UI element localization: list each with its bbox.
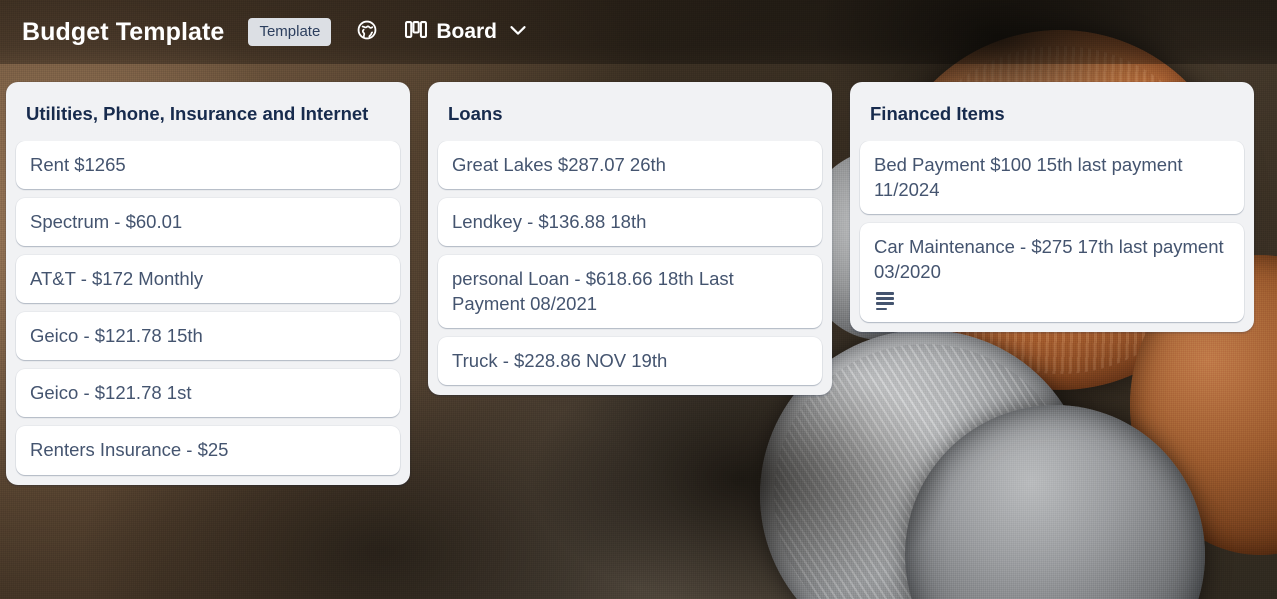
card-title: Rent $1265 (30, 153, 126, 175)
board-view-switcher[interactable]: Board (399, 14, 536, 51)
card-title: AT&T - $172 Monthly (30, 267, 204, 289)
card-stack: Rent $1265 Spectrum - $60.01 AT&T - $172 M… (14, 140, 402, 477)
list-title[interactable]: Loans (436, 90, 824, 141)
board-view-label: Board (436, 20, 498, 43)
board-card[interactable]: Great Lakes $287.07 26th (438, 140, 822, 189)
board-lists-canvas[interactable]: Utilities, Phone, Insurance and Internet… (0, 64, 1277, 599)
card-badges (874, 292, 1230, 311)
globe-icon (356, 19, 378, 46)
card-stack: Bed Payment $100 15th last payment 11/20… (858, 140, 1246, 325)
template-badge[interactable]: Template (248, 18, 332, 46)
card-title: personal Loan - $618.66 18th Last Paymen… (452, 267, 734, 315)
card-title: Geico - $121.78 1st (30, 382, 192, 404)
list-column[interactable]: Loans Great Lakes $287.07 26th Lendkey - $… (428, 82, 832, 396)
board-visibility-button[interactable] (351, 16, 383, 48)
description-badge-icon (876, 292, 894, 311)
board-card[interactable]: Bed Payment $100 15th last payment 11/20… (860, 140, 1244, 214)
board-title[interactable]: Budget Template (16, 16, 230, 49)
board-card[interactable]: personal Loan - $618.66 18th Last Paymen… (438, 254, 822, 329)
card-title: Great Lakes $287.07 26th (452, 153, 666, 175)
board-card[interactable]: Lendkey - $136.88 18th (438, 197, 822, 246)
board-card[interactable]: Renters Insurance - $25 (16, 426, 400, 475)
list-title[interactable]: Financed Items (858, 90, 1246, 141)
card-title: Car Maintenance - $275 17th last payment… (874, 235, 1224, 283)
board-card[interactable]: Spectrum - $60.01 (16, 197, 400, 246)
card-stack: Great Lakes $287.07 26th Lendkey - $136.8… (436, 140, 824, 388)
board-card[interactable]: AT&T - $172 Monthly (16, 254, 400, 304)
card-title: Bed Payment $100 15th last payment 11/20… (874, 153, 1183, 200)
list-column[interactable]: Utilities, Phone, Insurance and Internet… (6, 82, 410, 485)
board-header-bar: Budget Template Template Board (0, 0, 1277, 64)
board-card[interactable]: Truck - $228.86 NOV 19th (438, 337, 822, 386)
card-title: Truck - $228.86 NOV 19th (452, 350, 668, 372)
list-column[interactable]: Financed Items Bed Payment $100 15th last… (850, 82, 1254, 333)
chevron-down-icon (506, 18, 530, 47)
board-columns-icon (405, 21, 428, 43)
board-card[interactable]: Geico - $121.78 15th (16, 312, 400, 361)
list-title[interactable]: Utilities, Phone, Insurance and Internet (14, 90, 402, 141)
card-title: Geico - $121.78 15th (30, 325, 203, 347)
board-card[interactable]: Car Maintenance - $275 17th last payment… (860, 222, 1244, 323)
card-title: Spectrum - $60.01 (30, 210, 183, 232)
board-card[interactable]: Geico - $121.78 1st (16, 369, 400, 418)
board-card[interactable]: Rent $1265 (16, 140, 400, 189)
card-title: Renters Insurance - $25 (30, 439, 229, 461)
card-title: Lendkey - $136.88 18th (452, 210, 647, 232)
